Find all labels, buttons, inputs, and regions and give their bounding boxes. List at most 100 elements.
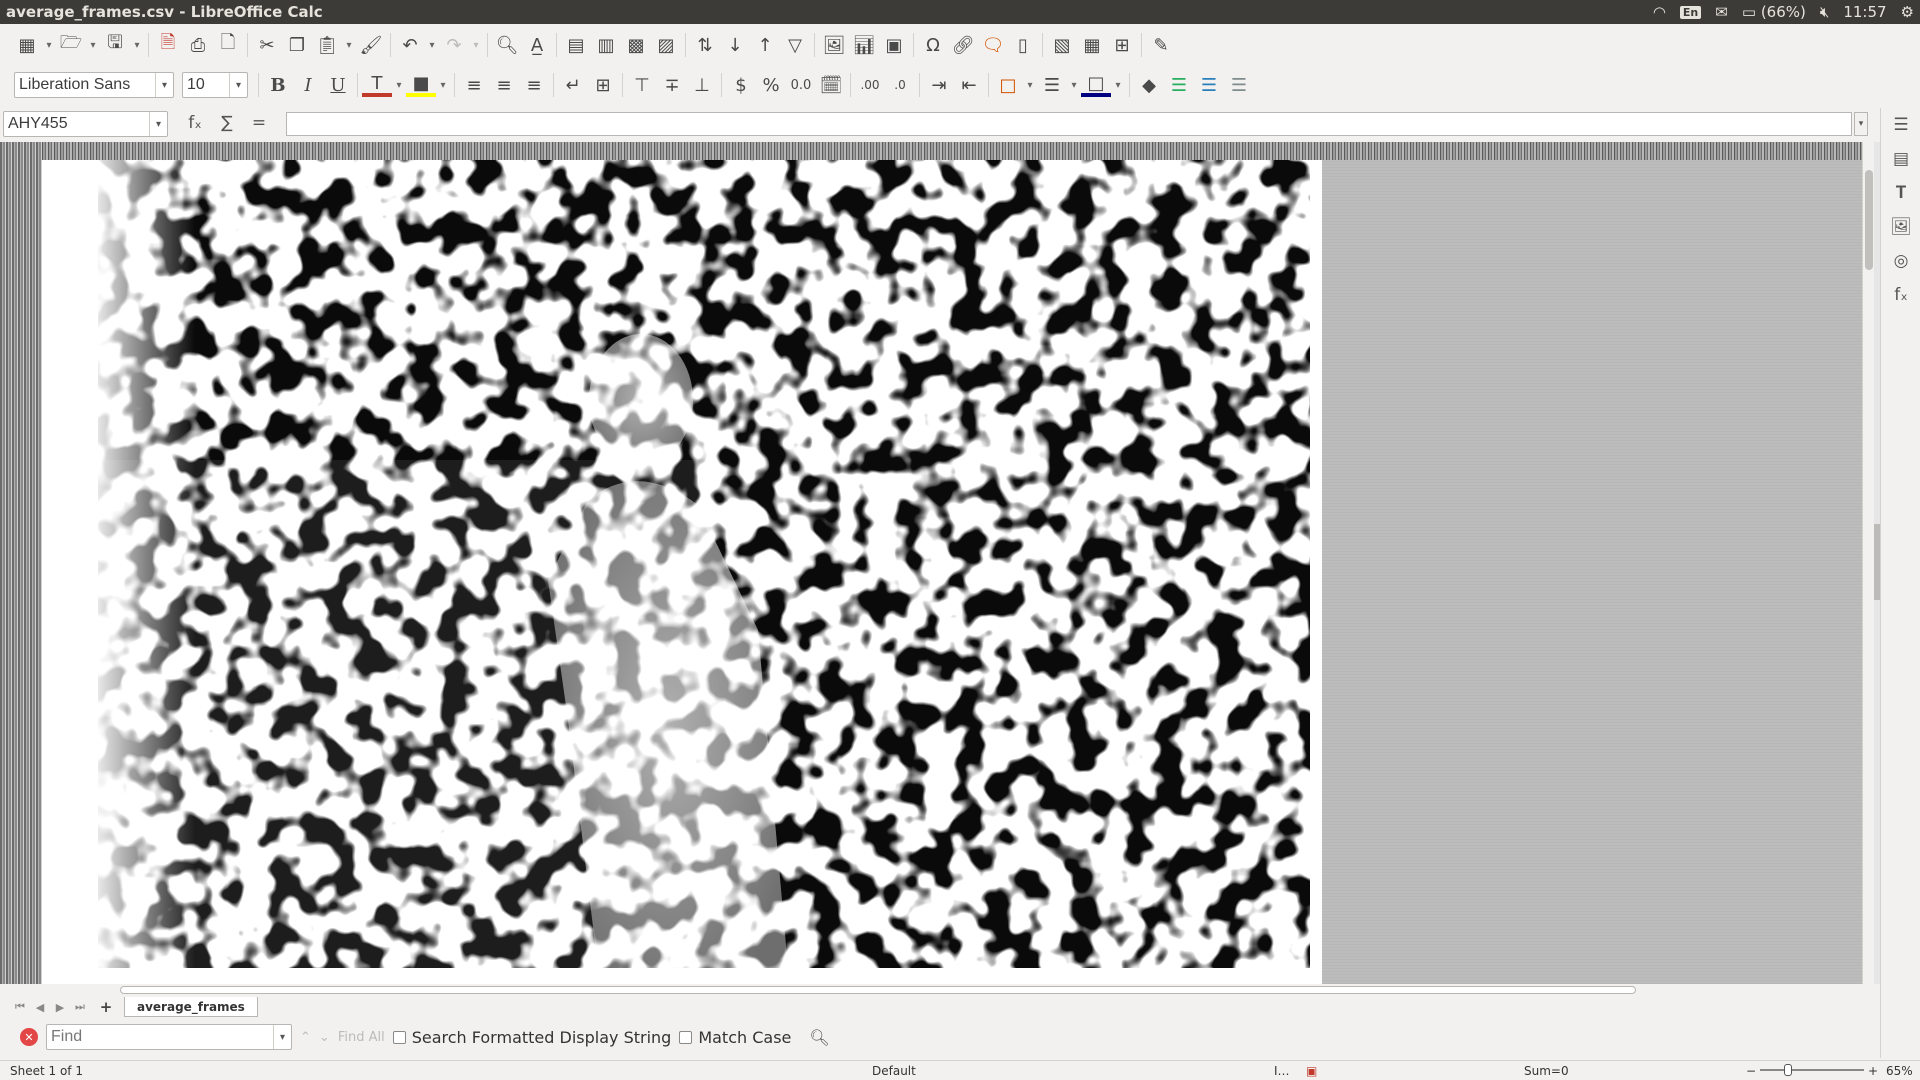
- wrap-text-icon[interactable]: ↵: [558, 70, 588, 100]
- align-right-icon[interactable]: ≡: [519, 70, 549, 100]
- volume-icon[interactable]: 🔇︎: [1820, 3, 1829, 21]
- page-style[interactable]: Default: [872, 1064, 916, 1078]
- hyperlink-icon[interactable]: 🔗︎: [948, 30, 978, 60]
- font-name-combobox[interactable]: Liberation Sans ▾: [14, 72, 174, 98]
- zoom-out-icon[interactable]: −: [1746, 1064, 1756, 1078]
- match-case-checkbox[interactable]: Match Case: [679, 1028, 791, 1047]
- column-headers[interactable]: [42, 142, 1872, 160]
- save-dropdown-icon[interactable]: ▾: [130, 30, 144, 60]
- unused-cell-area[interactable]: [1322, 160, 1872, 984]
- paste-dropdown-icon[interactable]: ▾: [342, 30, 356, 60]
- date-format-icon[interactable]: 🗓︎: [816, 70, 846, 100]
- properties-icon[interactable]: ▤: [1881, 142, 1920, 176]
- new-spreadsheet-icon[interactable]: ▦: [12, 30, 42, 60]
- highlighting-color-icon[interactable]: ■: [406, 73, 436, 97]
- find-input[interactable]: Find ▾: [46, 1024, 292, 1050]
- next-sheet-icon[interactable]: ▶: [50, 1001, 70, 1014]
- functions-icon[interactable]: fₓ: [1881, 278, 1920, 312]
- horizontal-scroll-thumb[interactable]: [120, 986, 1636, 994]
- zoom-in-icon[interactable]: +: [1868, 1064, 1878, 1078]
- define-print-area-icon[interactable]: ▧: [1047, 30, 1077, 60]
- underline-icon[interactable]: U: [323, 70, 353, 100]
- new-dropdown-icon[interactable]: ▾: [42, 30, 56, 60]
- formula-equals-icon[interactable]: =: [246, 113, 272, 133]
- insert-image-icon[interactable]: 🖼︎: [819, 30, 849, 60]
- font-color-dropdown-icon[interactable]: ▾: [392, 70, 406, 100]
- color-scale-icon[interactable]: ☰: [1164, 70, 1194, 100]
- redo-icon[interactable]: ↷: [439, 30, 469, 60]
- navigator-icon[interactable]: ◎: [1881, 244, 1920, 278]
- close-find-bar-icon[interactable]: ✕: [20, 1028, 38, 1046]
- chevron-down-icon[interactable]: ▾: [273, 1025, 291, 1049]
- previous-sheet-icon[interactable]: ◀: [30, 1001, 50, 1014]
- sort-descending-icon[interactable]: ↑: [750, 30, 780, 60]
- vertical-scroll-thumb[interactable]: [1865, 170, 1873, 270]
- show-draw-functions-icon[interactable]: ✎: [1146, 30, 1176, 60]
- save-icon[interactable]: 🖫︎: [100, 30, 130, 60]
- border-color-dropdown-icon[interactable]: ▾: [1111, 70, 1125, 100]
- horizontal-scrollbar[interactable]: [120, 984, 1860, 996]
- conditional-formatting-icon[interactable]: ◆: [1134, 70, 1164, 100]
- sort-ascending-icon[interactable]: ↓: [720, 30, 750, 60]
- mail-icon[interactable]: ✉: [1715, 3, 1728, 21]
- borders-dropdown-icon[interactable]: ▾: [1023, 70, 1037, 100]
- function-wizard-icon[interactable]: fₓ: [182, 113, 208, 133]
- chevron-down-icon[interactable]: ▾: [149, 112, 167, 136]
- split-window-icon[interactable]: ⊞: [1107, 30, 1137, 60]
- search-formatted-checkbox[interactable]: Search Formatted Display String: [392, 1028, 671, 1047]
- icon-set-icon[interactable]: ☰: [1224, 70, 1254, 100]
- center-vertically-icon[interactable]: ∓: [657, 70, 687, 100]
- clone-formatting-icon[interactable]: 🖌︎: [356, 30, 386, 60]
- open-dropdown-icon[interactable]: ▾: [86, 30, 100, 60]
- delete-decimal-place-icon[interactable]: .0: [885, 70, 915, 100]
- align-top-icon[interactable]: ⊤: [627, 70, 657, 100]
- name-box[interactable]: AHY455 ▾: [3, 111, 168, 137]
- zoom-slider[interactable]: [1760, 1064, 1864, 1076]
- spreadsheet-grid[interactable]: [0, 142, 1880, 984]
- special-character-icon[interactable]: Ω: [918, 30, 948, 60]
- currency-format-icon[interactable]: $: [726, 70, 756, 100]
- increase-indent-icon[interactable]: ⇥: [924, 70, 954, 100]
- checkbox-icon[interactable]: [679, 1030, 693, 1044]
- insert-mode-icon[interactable]: I…: [1274, 1064, 1290, 1078]
- document-modified-icon[interactable]: ▣: [1306, 1064, 1317, 1078]
- settings-gear-icon[interactable]: ⚙: [1901, 3, 1914, 21]
- headers-footers-icon[interactable]: ▯: [1008, 30, 1038, 60]
- find-next-icon[interactable]: ⌄: [319, 1030, 330, 1045]
- find-replace-icon[interactable]: 🔍︎: [492, 30, 522, 60]
- merge-cells-icon[interactable]: ⊞: [588, 70, 618, 100]
- find-previous-icon[interactable]: ⌃: [300, 1030, 311, 1045]
- zoom-level[interactable]: 65%: [1886, 1064, 1913, 1078]
- font-color-icon[interactable]: T: [362, 73, 392, 97]
- delete-column-icon[interactable]: ▨: [651, 30, 681, 60]
- paste-icon[interactable]: 📋︎: [312, 30, 342, 60]
- copy-icon[interactable]: ❐: [282, 30, 312, 60]
- number-format-icon[interactable]: 0.0: [786, 70, 816, 100]
- freeze-rows-columns-icon[interactable]: ▦: [1077, 30, 1107, 60]
- styles-icon[interactable]: 𝐓: [1881, 176, 1920, 210]
- expand-formula-bar-icon[interactable]: ▾: [1854, 112, 1868, 136]
- autofilter-icon[interactable]: ▽: [780, 30, 810, 60]
- add-sheet-icon[interactable]: +: [94, 998, 118, 1016]
- row-icon[interactable]: ▤: [561, 30, 591, 60]
- last-sheet-icon[interactable]: ⏭: [70, 1000, 90, 1014]
- align-bottom-icon[interactable]: ⊥: [687, 70, 717, 100]
- align-left-icon[interactable]: ≡: [459, 70, 489, 100]
- data-bar-icon[interactable]: ☰: [1194, 70, 1224, 100]
- battery-indicator[interactable]: ▭ (66%): [1742, 3, 1806, 21]
- chevron-down-icon[interactable]: ▾: [155, 73, 173, 97]
- spelling-icon[interactable]: A̲: [522, 30, 552, 60]
- insert-chart-icon[interactable]: 📊︎: [849, 30, 879, 60]
- undo-icon[interactable]: ↶: [395, 30, 425, 60]
- find-all-button[interactable]: Find All: [338, 1030, 385, 1045]
- decrease-indent-icon[interactable]: ⇤: [954, 70, 984, 100]
- borders-icon[interactable]: □: [993, 70, 1023, 100]
- italic-icon[interactable]: I: [293, 70, 323, 100]
- undo-dropdown-icon[interactable]: ▾: [425, 30, 439, 60]
- wifi-icon[interactable]: ◠: [1653, 3, 1666, 21]
- delete-row-icon[interactable]: ▩: [621, 30, 651, 60]
- redo-dropdown-icon[interactable]: ▾: [469, 30, 483, 60]
- gallery-icon[interactable]: 🖼︎: [1881, 210, 1920, 244]
- selection-sum[interactable]: Sum=0: [1524, 1064, 1569, 1078]
- clock[interactable]: 11:57: [1843, 3, 1886, 21]
